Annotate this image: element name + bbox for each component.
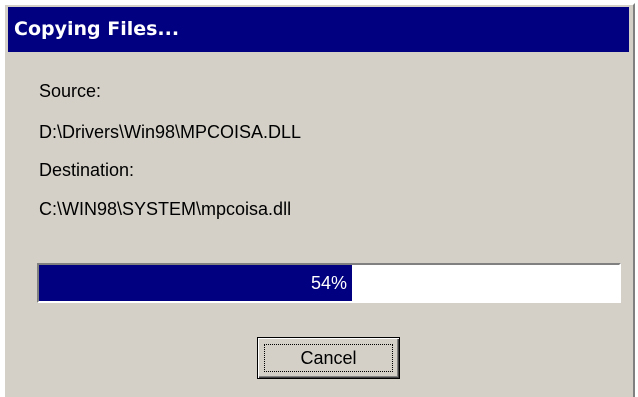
title-bar[interactable]: Copying Files... [8,7,629,52]
cancel-button-label: Cancel [264,344,393,372]
progress-bar: 54% [37,263,621,303]
window-title: Copying Files... [14,18,180,40]
destination-path: C:\WIN98\SYSTEM\mpcoisa.dll [39,199,292,219]
destination-label: Destination: [39,160,135,180]
copy-files-dialog: Copying Files... Source: D:\Drivers\Win9… [3,3,635,397]
source-label: Source: [39,81,102,101]
progress-percent: 54% [310,273,348,293]
cancel-button[interactable]: Cancel [257,337,400,379]
source-path: D:\Drivers\Win98\MPCOISA.DLL [39,122,302,142]
